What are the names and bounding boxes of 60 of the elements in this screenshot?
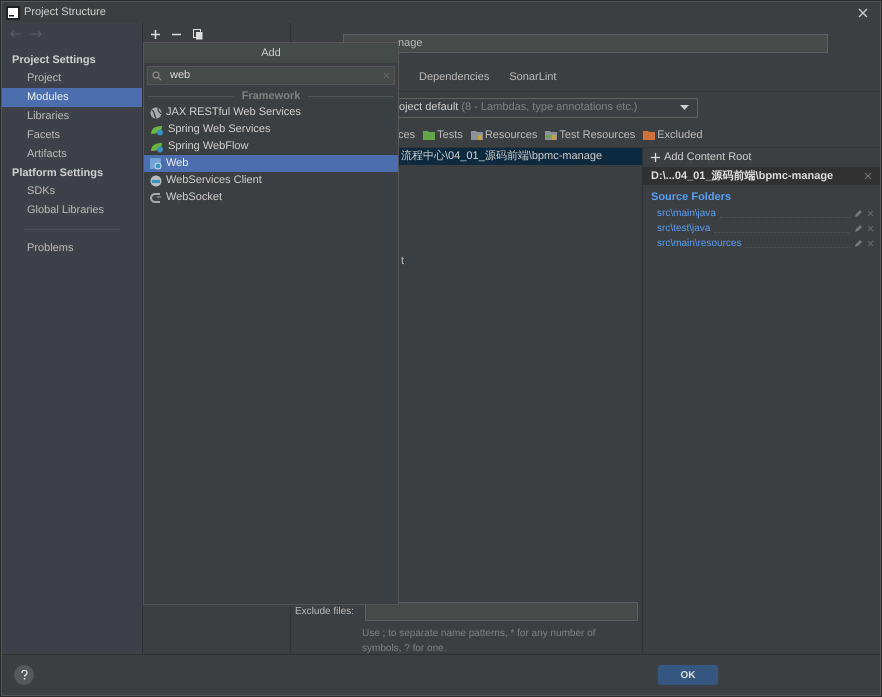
tree-text-fragment: t	[401, 254, 404, 268]
question-mark-icon	[20, 670, 28, 680]
framework-list-item[interactable]: Web	[144, 155, 398, 172]
dropdown-arrow-icon	[680, 105, 689, 110]
plug-icon	[150, 192, 162, 204]
sidebar-item[interactable]: SDKs	[2, 182, 142, 201]
tab[interactable]: SonarLint	[509, 68, 556, 86]
sidebar-section-title: Platform Settings	[11, 166, 104, 181]
clear-icon[interactable]	[383, 72, 390, 79]
app-logo-icon	[6, 6, 20, 20]
search-field[interactable]: web	[147, 66, 395, 85]
sidebar-item[interactable]: Modules	[2, 88, 142, 107]
tab[interactable]: Dependencies	[419, 68, 490, 86]
mark-as-button[interactable]: Excluded	[643, 126, 702, 144]
sidebar-item[interactable]: Project	[2, 69, 142, 88]
add-content-root-link[interactable]: Add Content Root	[664, 149, 752, 166]
folder-icon	[545, 130, 558, 140]
framework-list-item[interactable]: WebServices Client	[144, 172, 398, 189]
sidebar-item[interactable]: Problems	[2, 239, 142, 258]
mark-as-button[interactable]: ces	[398, 126, 416, 144]
popup-title: Add	[144, 43, 398, 63]
framework-list-item[interactable]: Spring Web Services	[144, 121, 398, 138]
content-root-path: D:\...04_01_源码前端\bpmc-manage	[651, 168, 834, 184]
web-module-icon	[150, 158, 162, 170]
close-icon[interactable]	[864, 172, 872, 180]
sidebar-item[interactable]: Artifacts	[2, 145, 142, 164]
copy-icon[interactable]	[193, 28, 203, 40]
ok-button[interactable]: OK	[658, 665, 718, 685]
sidebar-item[interactable]: Global Libraries	[2, 201, 142, 220]
mark-as-button[interactable]: Tests	[423, 126, 463, 144]
forward-arrow-icon[interactable]	[30, 30, 42, 38]
globe-icon	[150, 106, 162, 118]
help-button[interactable]	[14, 665, 34, 685]
window-title: Project Structure	[24, 5, 106, 20]
group-heading: Framework	[242, 88, 300, 104]
sidebar-section-title: Project Settings	[11, 52, 97, 68]
sidebar-item[interactable]: Libraries	[2, 107, 142, 126]
source-folders-heading: Source Folders	[651, 191, 732, 203]
back-arrow-icon[interactable]	[10, 30, 22, 38]
source-folder-link[interactable]: src\test\java	[657, 220, 710, 236]
source-folder-link[interactable]: src\main\java	[657, 206, 716, 220]
name-field[interactable]: nage	[343, 34, 828, 52]
exclude-files-field[interactable]	[365, 602, 638, 620]
plus-icon[interactable]	[151, 30, 160, 38]
source-folder-link[interactable]: src\main\resources	[657, 236, 742, 250]
folder-icon	[470, 130, 483, 140]
sidebar-item[interactable]: Facets	[2, 126, 142, 145]
exclude-files-label: Exclude files:	[295, 604, 355, 618]
globe-icon	[150, 174, 162, 186]
folder-icon	[423, 130, 436, 140]
plus-icon	[651, 153, 660, 162]
leaf-icon	[150, 124, 164, 136]
framework-list-item[interactable]: WebSocket	[144, 189, 398, 206]
mark-as-button[interactable]: Resources	[470, 126, 538, 144]
mark-as-button[interactable]: Test Resources	[545, 126, 636, 144]
exclude-files-hint: Use ; to separate name patterns, * for any number of symbols, ? for one.	[361, 627, 596, 654]
search-icon	[152, 70, 162, 80]
leaf-icon	[150, 140, 164, 152]
folder-icon	[643, 130, 656, 140]
framework-list-item[interactable]: Spring WebFlow	[144, 138, 398, 155]
